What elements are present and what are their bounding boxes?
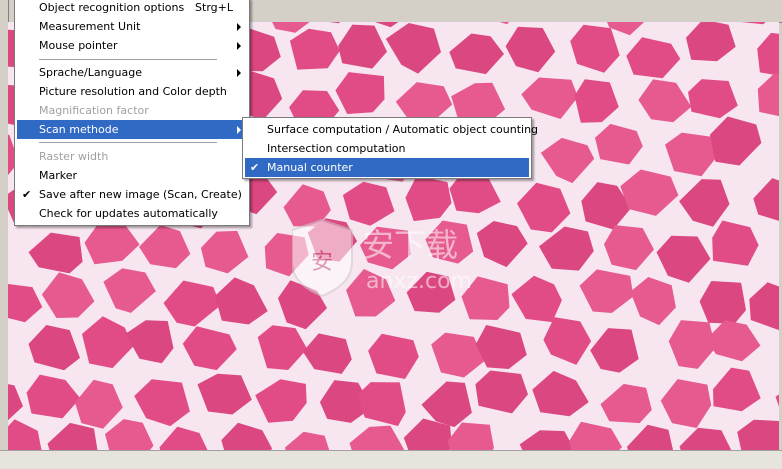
submenu-arrow-icon — [237, 42, 241, 50]
watermark: 安 安下载 anxz.com — [292, 212, 532, 302]
menu-separator — [39, 59, 217, 60]
menu-item-label: Intersection computation — [267, 139, 406, 158]
menu-item-label: Manual counter — [267, 158, 353, 177]
menu-item-save-after-new-image[interactable]: ✔ Save after new image (Scan, Create) — [17, 185, 247, 204]
submenu-arrow-icon — [237, 23, 241, 31]
menu-separator — [39, 142, 217, 143]
submenu-arrow-icon — [237, 69, 241, 77]
menu-item-surface-computation[interactable]: Surface computation / Automatic object c… — [245, 120, 529, 139]
menu-item-scan-methode[interactable]: Scan methode — [17, 120, 247, 139]
menu-item-label: Save after new image (Scan, Create) — [39, 185, 242, 204]
menu-item-label: Picture resolution and Color depth — [39, 82, 227, 101]
menu-item-label: Measurement Unit — [39, 17, 140, 36]
checkmark-icon: ✔ — [22, 185, 31, 204]
menu-item-object-recognition-options[interactable]: Object recognition options Strg+L — [17, 0, 247, 17]
menu-item-raster-width: Raster width — [17, 147, 247, 166]
watermark-domain: anxz.com — [366, 269, 472, 294]
menu-item-shortcut: Strg+L — [195, 0, 233, 17]
settings-menu: Object recognition options Strg+L Measur… — [14, 0, 250, 226]
menu-item-manual-counter[interactable]: ✔ Manual counter — [245, 158, 529, 177]
menu-item-mouse-pointer[interactable]: Mouse pointer — [17, 36, 247, 55]
menu-item-label: Scan methode — [39, 120, 119, 139]
menu-item-picture-resolution[interactable]: Picture resolution and Color depth — [17, 82, 247, 101]
watermark-text: 安下载 — [362, 226, 458, 264]
menu-item-label: Raster width — [39, 147, 108, 166]
menu-item-label: Object recognition options — [39, 0, 184, 17]
menu-item-label: Surface computation / Automatic object c… — [267, 120, 538, 139]
watermark-shield-icon: 安 安下载 anxz.com — [292, 212, 532, 302]
svg-text:安: 安 — [311, 250, 333, 275]
checkmark-icon: ✔ — [250, 158, 259, 177]
menu-item-measurement-unit[interactable]: Measurement Unit — [17, 17, 247, 36]
menu-item-language[interactable]: Sprache/Language — [17, 63, 247, 82]
status-bar — [0, 450, 782, 469]
submenu-arrow-icon — [237, 126, 241, 134]
menu-item-label: Mouse pointer — [39, 36, 118, 55]
menu-item-check-for-updates[interactable]: Check for updates automatically — [17, 204, 247, 223]
menu-item-label: Sprache/Language — [39, 63, 142, 82]
menu-item-label: Check for updates automatically — [39, 204, 218, 223]
menu-item-label: Marker — [39, 166, 77, 185]
scan-methode-submenu: Surface computation / Automatic object c… — [242, 117, 532, 179]
menu-item-marker[interactable]: Marker — [17, 166, 247, 185]
menu-item-magnification-factor: Magnification factor — [17, 101, 247, 120]
menu-item-intersection-computation[interactable]: Intersection computation — [245, 139, 529, 158]
menu-item-label: Magnification factor — [39, 101, 149, 120]
